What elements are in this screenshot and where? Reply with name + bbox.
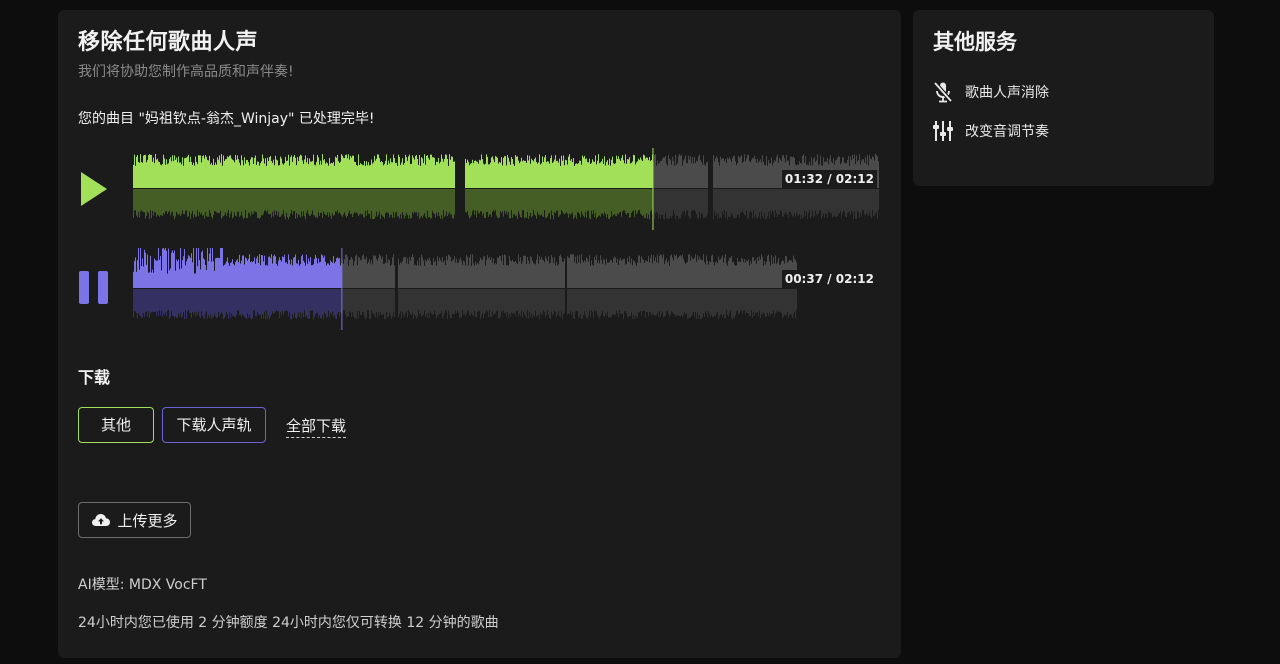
- sliders-icon: [933, 121, 953, 141]
- download-other-button[interactable]: 其他: [78, 407, 154, 443]
- main-panel: 移除任何歌曲人声 我们将协助您制作高品质和声伴奏! 您的曲目 "妈祖钦点-翁杰_…: [58, 10, 901, 658]
- other-services-panel: 其他服务 歌曲人声消除 改变音调节奏: [913, 10, 1214, 186]
- instrumental-track-player: 01:32 / 02:12: [78, 148, 881, 230]
- pause-icon[interactable]: [78, 269, 118, 309]
- sidebar-item-label: 改变音调节奏: [965, 124, 1049, 140]
- microphone-off-icon: [933, 81, 953, 103]
- usage-quota-info: 24小时内您已使用 2 分钟额度 24小时内您仅可转换 12 分钟的歌曲: [78, 615, 499, 631]
- other-services-title: 其他服务: [933, 30, 1017, 54]
- cloud-upload-icon: [92, 514, 111, 526]
- sidebar-item-vocal-remover[interactable]: 歌曲人声消除: [931, 79, 1049, 105]
- download-vocal-track-button[interactable]: 下载人声轨: [162, 407, 266, 443]
- vocals-waveform[interactable]: [133, 248, 879, 330]
- download-all-link[interactable]: 全部下载: [286, 415, 347, 438]
- sidebar-item-label: 歌曲人声消除: [965, 85, 1049, 101]
- page-subtitle: 我们将协助您制作高品质和声伴奏!: [78, 64, 294, 80]
- upload-more-button[interactable]: 上传更多: [78, 502, 191, 538]
- vocals-time-display: 00:37 / 02:12: [781, 270, 877, 288]
- vocals-track-player: 00:37 / 02:12: [78, 248, 881, 330]
- ai-model-info: AI模型: MDX VocFT: [78, 577, 207, 593]
- instrumental-waveform[interactable]: [133, 148, 879, 230]
- instrumental-time-display: 01:32 / 02:12: [781, 170, 877, 188]
- upload-more-label: 上传更多: [117, 511, 178, 530]
- sidebar-item-pitch-tempo[interactable]: 改变音调节奏: [931, 118, 1049, 144]
- download-heading: 下载: [78, 368, 111, 387]
- processing-status-message: 您的曲目 "妈祖钦点-翁杰_Winjay" 已处理完毕!: [78, 111, 375, 127]
- page-title: 移除任何歌曲人声: [78, 30, 259, 55]
- play-icon[interactable]: [78, 169, 118, 209]
